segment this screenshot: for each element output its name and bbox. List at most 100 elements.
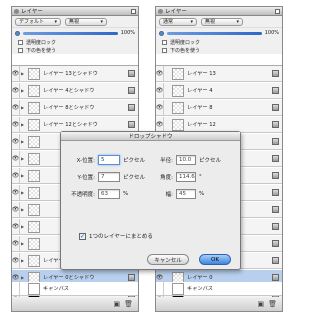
merge-into-one-layer-option[interactable]: ✓ 1つのレイヤーにまとめる: [79, 232, 153, 240]
blend-mode-select[interactable]: デフォルト ▾: [15, 17, 61, 26]
expand-triangle-icon[interactable]: ▶: [20, 151, 25, 166]
expand-triangle-icon[interactable]: ▶: [20, 185, 25, 200]
lock-transparency-checkbox[interactable]: [18, 39, 23, 45]
expand-triangle-icon[interactable]: ▶: [20, 117, 25, 132]
panel-title: レイヤー: [21, 9, 43, 15]
eye-icon[interactable]: 👁: [12, 151, 20, 166]
expand-triangle-icon[interactable]: ▶: [20, 134, 25, 149]
merge-into-one-layer-checkbox[interactable]: ✓: [79, 232, 86, 240]
layer-row[interactable]: 👁 レイヤー 13: [156, 66, 282, 82]
opacity-slider[interactable]: [167, 31, 262, 35]
radius-input[interactable]: 10.0: [176, 155, 196, 165]
layer-row[interactable]: 👁 ▶ レイヤー 8とシャドウ: [12, 100, 138, 116]
layer-thumbnail: [28, 135, 40, 148]
layer-thumbnail: [28, 203, 40, 216]
layer-row[interactable]: 👁 レイヤー 4: [156, 83, 282, 99]
x-position-label: X-位置:: [76, 158, 95, 164]
expand-triangle-icon[interactable]: ▶: [20, 219, 25, 234]
eye-icon[interactable]: 👁: [12, 83, 20, 98]
expand-triangle-icon[interactable]: ▶: [20, 253, 25, 268]
chevron-down-icon: ▾: [190, 18, 193, 25]
eye-icon[interactable]: 👁: [156, 83, 164, 98]
layer-thumbnail: [28, 186, 40, 199]
lock-transparency-checkbox[interactable]: [162, 39, 167, 45]
layer-type-icon: [272, 138, 279, 145]
opacity-icon: [159, 30, 164, 36]
expand-triangle-icon[interactable]: ▶: [20, 66, 25, 81]
canvas-row[interactable]: キャンバス: [156, 282, 282, 296]
canvas-row[interactable]: キャンバス: [12, 282, 138, 296]
mode2-select[interactable]: 無視 ▾: [201, 17, 243, 26]
drop-shadow-dialog: ドロップシャドウ X-位置: 5 ピクセル Y-位置: 7 ピクセル 不透明度:…: [60, 131, 241, 270]
collapse-icon[interactable]: [14, 8, 19, 14]
layer-type-icon: [128, 70, 135, 77]
eye-icon[interactable]: 👁: [12, 253, 20, 268]
use-below-color-label: 下の色を使う: [26, 47, 57, 54]
eye-icon[interactable]: 👁: [12, 66, 20, 81]
panel-menu-icon[interactable]: [131, 8, 136, 14]
eye-icon[interactable]: 👁: [156, 100, 164, 115]
expand-triangle-icon[interactable]: ▶: [20, 100, 25, 115]
eye-icon[interactable]: 👁: [12, 202, 20, 217]
layer-thumbnail: [172, 67, 184, 80]
layer-type-icon: [272, 274, 279, 281]
expand-triangle-icon[interactable]: ▶: [20, 168, 25, 183]
layer-type-icon: [272, 189, 279, 196]
eye-icon[interactable]: 👁: [12, 168, 20, 183]
opacity-input[interactable]: 63: [98, 189, 120, 199]
layer-type-icon: [128, 274, 135, 281]
chevron-down-icon: ▾: [54, 18, 57, 25]
trash-icon[interactable]: 🗑: [124, 300, 133, 308]
expand-triangle-icon[interactable]: ▶: [20, 236, 25, 251]
layer-thumbnail: [172, 84, 184, 97]
eye-icon[interactable]: 👁: [156, 66, 164, 81]
lock-transparency-label: 透明度ロック: [170, 39, 201, 46]
layer-row[interactable]: 👁 レイヤー 8: [156, 100, 282, 116]
blend-mode-select[interactable]: 通常 ▾: [159, 17, 197, 26]
y-position-input[interactable]: 7: [98, 172, 120, 182]
eye-icon[interactable]: 👁: [12, 236, 20, 251]
expand-triangle-icon[interactable]: ▶: [20, 202, 25, 217]
ok-button[interactable]: OK: [199, 254, 231, 265]
eye-icon[interactable]: 👁: [156, 117, 164, 132]
eye-icon[interactable]: 👁: [12, 185, 20, 200]
layer-type-icon: [272, 240, 279, 247]
x-position-input[interactable]: 5: [98, 155, 120, 165]
layer-thumbnail: [28, 254, 40, 267]
opacity-value: 100%: [120, 30, 135, 36]
mode2-select[interactable]: 無視 ▾: [65, 17, 107, 26]
collapse-icon[interactable]: [158, 8, 163, 14]
layer-thumbnail: [28, 152, 40, 165]
use-below-color-label: 下の色を使う: [170, 47, 201, 54]
new-layer-icon[interactable]: ▣: [113, 300, 120, 308]
use-below-color-checkbox[interactable]: [162, 47, 167, 53]
eye-icon[interactable]: 👁: [12, 134, 20, 149]
new-layer-icon[interactable]: ▣: [257, 300, 264, 308]
dialog-title[interactable]: ドロップシャドウ: [61, 132, 240, 141]
opacity-icon: [15, 30, 20, 36]
width-input[interactable]: 45: [176, 189, 196, 199]
angle-input[interactable]: 114.6: [176, 172, 196, 182]
layer-type-icon: [272, 172, 279, 179]
eye-icon[interactable]: 👁: [12, 100, 20, 115]
x-position-field: X-位置: 5 ピクセル: [71, 155, 145, 165]
panel-menu-icon[interactable]: [275, 8, 280, 14]
radius-field: 半径: 10.0 ピクセル: [157, 155, 221, 165]
chevron-down-icon: ▾: [100, 18, 103, 25]
opacity-value: 100%: [264, 30, 279, 36]
eye-icon[interactable]: 👁: [12, 219, 20, 234]
trash-icon[interactable]: 🗑: [268, 300, 277, 308]
panel-titlebar[interactable]: レイヤー: [12, 7, 138, 16]
radius-label: 半径:: [160, 158, 173, 164]
layer-thumbnail: [28, 169, 40, 182]
opacity-slider[interactable]: [23, 31, 118, 35]
layer-type-icon: [272, 70, 279, 77]
use-below-color-checkbox[interactable]: [18, 47, 23, 53]
eye-icon: [156, 282, 164, 295]
expand-triangle-icon[interactable]: ▶: [20, 83, 25, 98]
layer-row[interactable]: 👁 ▶ レイヤー 4とシャドウ: [12, 83, 138, 99]
cancel-button[interactable]: キャンセル: [147, 254, 189, 265]
layer-row[interactable]: 👁 ▶ レイヤー 13とシャドウ: [12, 66, 138, 82]
panel-titlebar[interactable]: レイヤー: [156, 7, 282, 16]
eye-icon[interactable]: 👁: [12, 117, 20, 132]
